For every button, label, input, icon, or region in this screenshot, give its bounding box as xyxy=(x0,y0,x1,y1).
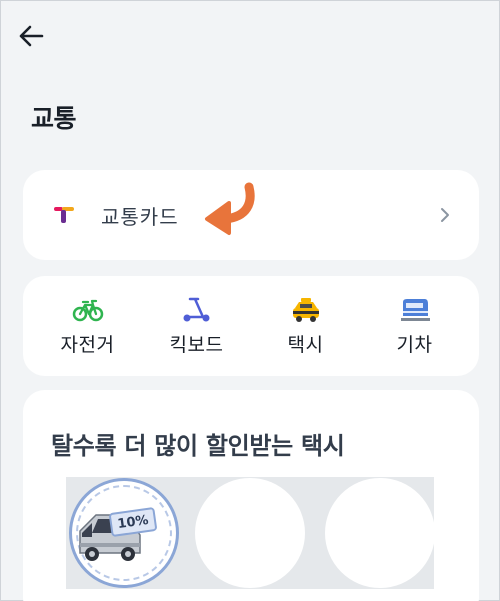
taxi-icon xyxy=(292,297,319,322)
arrow-left-icon xyxy=(19,25,44,47)
mode-label: 택시 xyxy=(287,333,324,356)
bicycle-icon xyxy=(72,299,103,321)
page-title: 교통 xyxy=(31,104,77,133)
promo-item[interactable]: 10% xyxy=(69,478,179,588)
curved-arrow-icon xyxy=(205,182,255,235)
mode-bicycle[interactable]: 자전거 xyxy=(40,296,136,357)
transit-card-label: 교통카드 xyxy=(101,205,179,229)
mode-label: 킥보드 xyxy=(169,333,224,356)
kickboard-icon xyxy=(183,297,209,321)
tmoney-logo-icon xyxy=(54,207,74,223)
taxi-discount-card: 탈수록 더 많이 할인받는 택시 10% xyxy=(23,390,479,601)
mode-kickboard[interactable]: 킥보드 xyxy=(149,296,245,357)
promo-carousel[interactable]: 10% xyxy=(66,477,434,589)
mode-label: 기차 xyxy=(396,333,433,356)
chevron-right-icon xyxy=(441,208,449,222)
transit-card-row[interactable]: 교통카드 xyxy=(23,170,479,260)
mode-train[interactable]: 기차 xyxy=(367,296,463,357)
promo-item[interactable] xyxy=(195,478,305,588)
back-button[interactable] xyxy=(15,21,47,51)
mode-label: 자전거 xyxy=(60,333,115,356)
promo-item[interactable] xyxy=(325,478,434,588)
transport-modes-card: 자전거 킥보드 택시 기차 xyxy=(23,276,479,376)
train-icon xyxy=(400,298,430,321)
promo-title: 탈수록 더 많이 할인받는 택시 xyxy=(51,432,345,460)
mode-taxi[interactable]: 택시 xyxy=(258,296,354,357)
